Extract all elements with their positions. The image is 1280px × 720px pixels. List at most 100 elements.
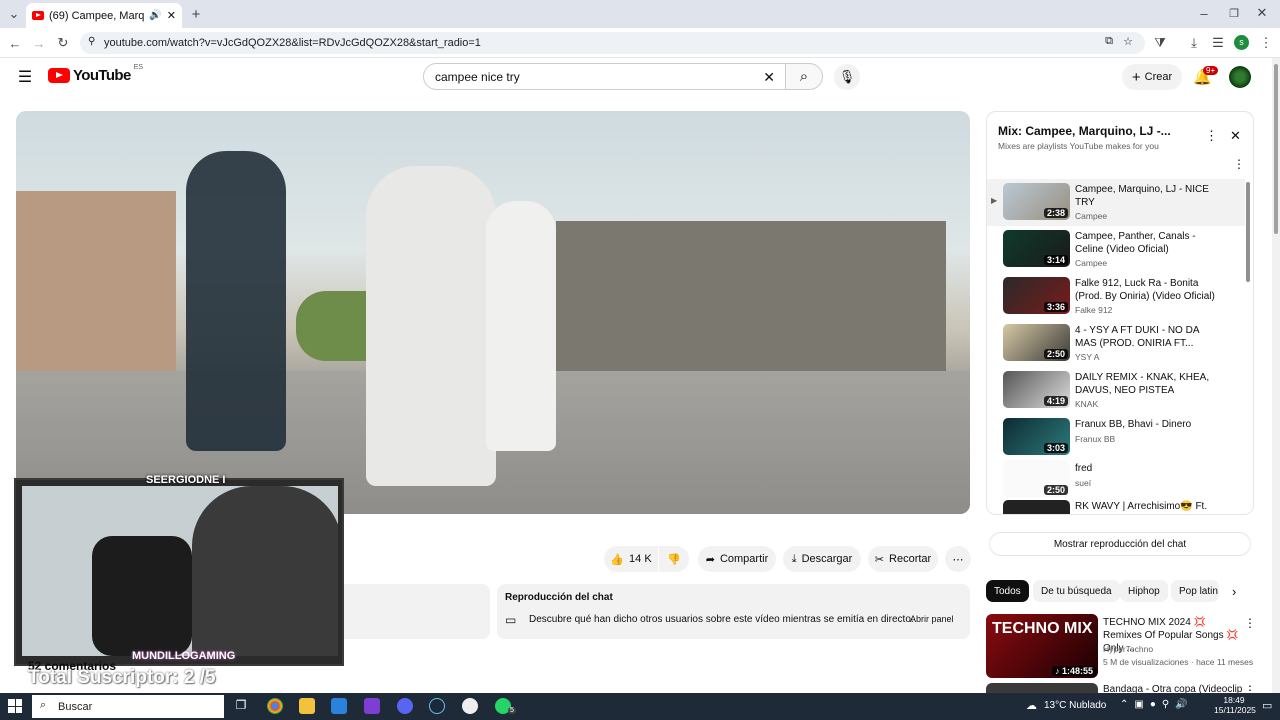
playlist-item[interactable]: 3:14 Campee, Panther, Canals - Celine (V… xyxy=(987,228,1245,272)
recommended-thumb[interactable]: TECHNO MIX ♪ 1:48:55 xyxy=(986,614,1098,678)
weather-text[interactable]: 13°C Nublado xyxy=(1044,700,1106,711)
download-button[interactable]: ⤓ Descargar xyxy=(783,546,861,572)
chip-hiphop[interactable]: Hiphop xyxy=(1120,580,1168,602)
duration: 2:50 xyxy=(1043,485,1068,495)
chip-pop-latino[interactable]: Pop latin xyxy=(1171,580,1219,602)
video-player[interactable] xyxy=(16,111,970,514)
playlist-thumb: 4:19 xyxy=(1003,371,1070,408)
tab-search-icon[interactable]: ⌄ xyxy=(6,6,22,22)
close-tab-icon[interactable]: ✕ xyxy=(167,9,176,22)
like-button[interactable]: 👍 14 K xyxy=(604,546,658,572)
create-button[interactable]: + Crear xyxy=(1122,64,1182,90)
browser-tab[interactable]: (69) Campee, Marquino, LJ 🔊 ✕ xyxy=(26,3,182,28)
steam-icon[interactable] xyxy=(429,698,445,714)
clip-label: Recortar xyxy=(889,553,932,565)
notifications-icon[interactable]: ▭ xyxy=(1262,699,1272,712)
chrome-menu-icon[interactable]: ⋮ xyxy=(1258,35,1274,51)
notification-badge: 9+ xyxy=(1203,66,1219,75)
more-actions-button[interactable]: ⋯ xyxy=(945,546,971,572)
minimize-icon[interactable]: – xyxy=(1196,5,1212,21)
dislike-button[interactable]: 👎 xyxy=(659,546,689,572)
description-card[interactable] xyxy=(344,584,490,639)
playlist-item[interactable]: 4:19 DAILY REMIX - KNAK, KHEA, DAVUS, NE… xyxy=(987,369,1245,413)
clock[interactable]: 18:49 15/11/2025 xyxy=(1214,695,1256,715)
profile-avatar[interactable]: s xyxy=(1234,35,1249,50)
restore-icon[interactable]: ❐ xyxy=(1226,5,1242,21)
voice-search-button[interactable]: 🎙 xyxy=(834,64,860,90)
webcam-feed xyxy=(22,486,338,656)
playlist-item[interactable]: 2:38 Campee, Marquino, LJ - NICE TRY Cam… xyxy=(987,181,1245,225)
url-field[interactable]: ⚲ youtube.com/watch?v=vJcGdQOZX28&list=R… xyxy=(80,32,1145,54)
task-view-icon[interactable]: ❐ xyxy=(233,698,249,714)
address-bar-row: ← → ↻ ⚲ youtube.com/watch?v=vJcGdQOZX28&… xyxy=(0,28,1280,58)
playlist-item[interactable]: 2:50 4 - YSY A FT DUKI - NO DA MAS (PROD… xyxy=(987,322,1245,366)
youtube-logo[interactable]: YouTube ES xyxy=(48,64,144,84)
site-info-icon[interactable]: ⚲ xyxy=(88,36,95,47)
file-explorer-icon[interactable] xyxy=(299,698,315,714)
search-button[interactable]: ⌕ xyxy=(786,63,823,90)
mix-playlist-panel: Mix: Campee, Marquino, LJ -... Mixes are… xyxy=(986,111,1254,515)
clear-search-icon[interactable]: ✕ xyxy=(763,69,775,86)
playlist-item-title: RK WAVY | Arrechisimo😎 Ft. xyxy=(1075,501,1208,512)
search-value: campee nice try xyxy=(435,69,520,84)
playlist-subtitle: Mixes are playlists YouTube makes for yo… xyxy=(998,141,1159,151)
playlist-item-title: Franux BB, Bhavi - Dinero xyxy=(1075,419,1192,430)
bookmark-star-icon[interactable]: ☆ xyxy=(1123,35,1133,48)
page-scrollbar[interactable] xyxy=(1272,58,1280,693)
forward-icon[interactable]: → xyxy=(31,35,47,51)
reload-icon[interactable]: ↻ xyxy=(55,35,71,51)
share-button[interactable]: ➦ Compartir xyxy=(698,546,776,572)
playlist-close-icon[interactable]: ✕ xyxy=(1230,128,1241,144)
discord-icon[interactable] xyxy=(397,698,413,714)
close-window-icon[interactable]: ✕ xyxy=(1254,5,1270,21)
obs-icon[interactable] xyxy=(462,698,478,714)
share-icon: ➦ xyxy=(705,553,715,566)
duration: ♪ 1:48:55 xyxy=(1051,666,1096,676)
mix-icon: ♪ xyxy=(1054,666,1062,676)
page-scrollbar-thumb[interactable] xyxy=(1274,64,1278,234)
person-center xyxy=(366,166,496,486)
taskbar-search[interactable]: ⌕ Buscar xyxy=(32,695,224,718)
extensions-icon[interactable]: ⧩ xyxy=(1152,35,1168,51)
new-tab-icon[interactable]: + xyxy=(188,6,204,23)
playlist-item[interactable]: 2:50 fred sueí xyxy=(987,458,1245,502)
duration: 3:36 xyxy=(1043,302,1068,312)
app-icon[interactable] xyxy=(364,698,380,714)
windows-start-icon[interactable] xyxy=(8,699,22,713)
chips-next-icon[interactable]: › xyxy=(1232,584,1236,599)
downloads-icon[interactable]: ⤓ xyxy=(1186,35,1202,51)
chrome-icon[interactable] xyxy=(267,698,283,714)
weather-icon[interactable]: ☁ xyxy=(1026,699,1037,712)
browser-tab-strip: ⌄ (69) Campee, Marquino, LJ 🔊 ✕ + – ❐ ✕ xyxy=(0,0,1280,28)
playlist-more-icon[interactable]: ⋮ xyxy=(1205,128,1218,144)
clock-time: 18:49 xyxy=(1223,695,1245,705)
chip-from-search[interactable]: De tu búsqueda xyxy=(1033,580,1120,602)
store-icon[interactable] xyxy=(331,698,347,714)
playlist-thumb: 2:50 xyxy=(1003,324,1070,361)
playlist-item[interactable]: 3:03 Franux BB, Bhavi - Dinero Franux BB xyxy=(987,416,1245,460)
logo-region: ES xyxy=(133,64,144,71)
chip-all[interactable]: Todos xyxy=(986,580,1029,602)
scissors-icon: ✂ xyxy=(874,553,885,566)
share-label: Compartir xyxy=(719,553,769,565)
hamburger-menu-icon[interactable]: ☰ xyxy=(16,68,34,86)
search-input[interactable]: campee nice try ✕ xyxy=(423,63,786,90)
recommended-channel: HyperTechno xyxy=(1103,644,1154,654)
tray-icons[interactable]: ⌃▣●⚲🔊 xyxy=(1120,699,1194,710)
install-app-icon[interactable]: ⧉ xyxy=(1105,35,1113,48)
audio-icon[interactable]: 🔊 xyxy=(149,10,161,21)
person-left xyxy=(186,151,286,451)
playlist-item-channel: YSY A xyxy=(1075,352,1100,362)
recommended-thumb[interactable] xyxy=(986,683,1098,693)
playlist-menu-icon[interactable]: ⋮ xyxy=(1233,157,1245,171)
show-chat-replay-button[interactable]: Mostrar reproducción del chat xyxy=(989,532,1251,556)
back-icon[interactable]: ← xyxy=(7,35,23,51)
playlist-item[interactable]: RK WAVY | Arrechisimo😎 Ft. xyxy=(987,498,1245,514)
playlist-scrollbar[interactable] xyxy=(1246,182,1250,282)
clip-button[interactable]: ✂ Recortar xyxy=(868,546,938,572)
open-panel-button[interactable]: Abrir panel xyxy=(910,614,954,624)
reading-list-icon[interactable]: ☰ xyxy=(1210,35,1226,51)
playlist-item[interactable]: 3:36 Falke 912, Luck Ra - Bonita (Prod. … xyxy=(987,275,1245,319)
account-avatar[interactable] xyxy=(1229,66,1251,88)
recommended-more-icon[interactable]: ⋮ xyxy=(1244,616,1256,630)
